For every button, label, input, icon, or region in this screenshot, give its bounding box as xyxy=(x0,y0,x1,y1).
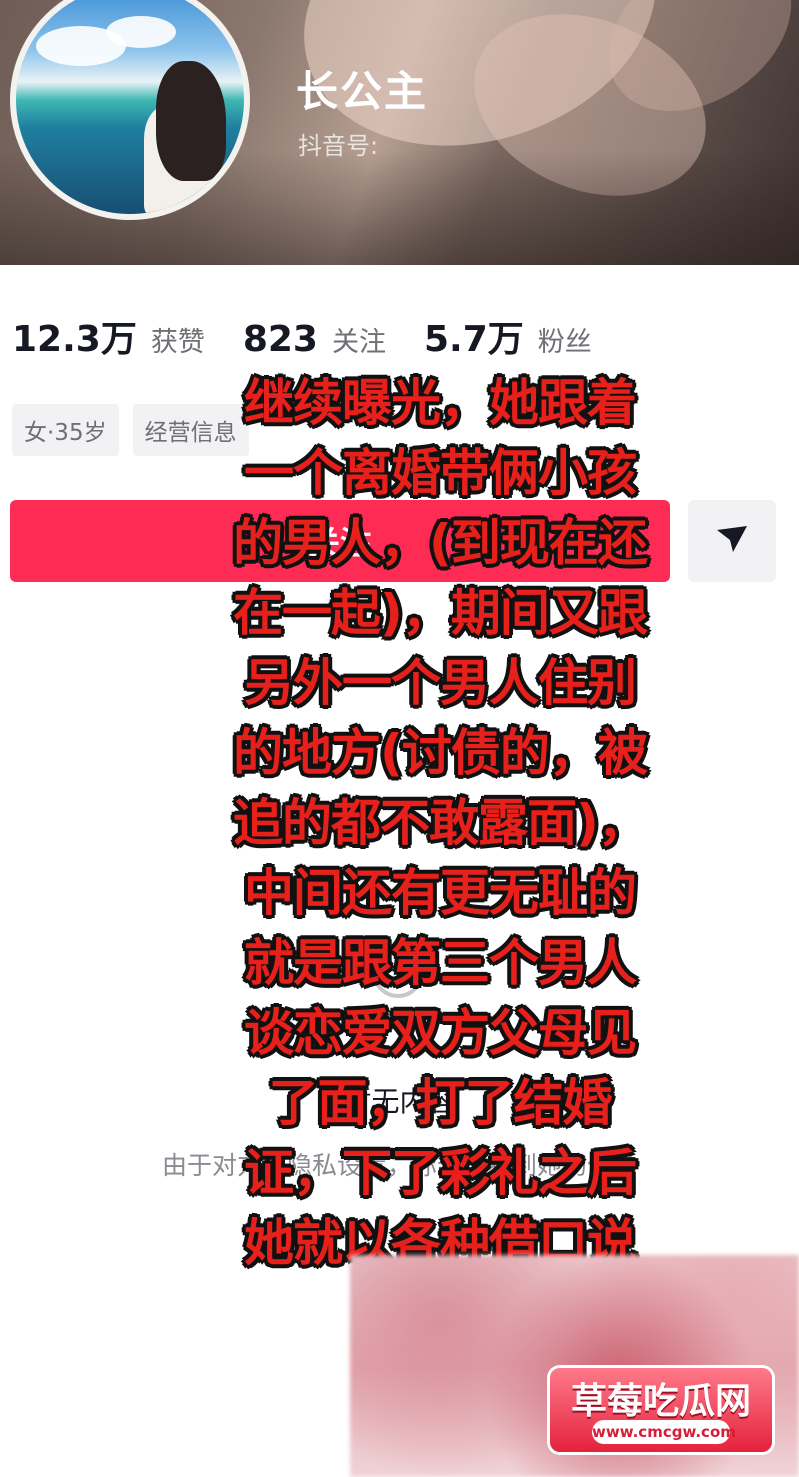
more-button[interactable] xyxy=(688,500,776,582)
avatar-figure-hair xyxy=(156,61,226,181)
gender-age-tag: 女·35岁 xyxy=(12,404,119,456)
following-count[interactable]: 823 xyxy=(243,319,318,360)
following-label[interactable]: 关注 xyxy=(332,320,386,359)
likes-label: 获赞 xyxy=(150,327,205,358)
followers-count[interactable]: 5.7万 xyxy=(424,310,524,362)
watermark-logo: 草莓吃瓜网 www.cmcgw.com xyxy=(550,1368,772,1452)
douyin-id-label: 抖音号: xyxy=(298,132,379,160)
likes-count: 12.3万 xyxy=(12,319,137,360)
watermark-title: 草莓吃瓜网 xyxy=(570,1381,751,1422)
watermark-url: www.cmcgw.com xyxy=(592,1420,736,1444)
avatar-cloud xyxy=(106,16,176,48)
triangle-down-icon xyxy=(715,524,749,558)
followers-label[interactable]: 粉丝 xyxy=(538,320,592,359)
profile-name: 长公主 xyxy=(296,67,429,116)
profile-stats: 12.3万 获赞 823 关注 5.7万 粉丝 xyxy=(12,310,630,360)
